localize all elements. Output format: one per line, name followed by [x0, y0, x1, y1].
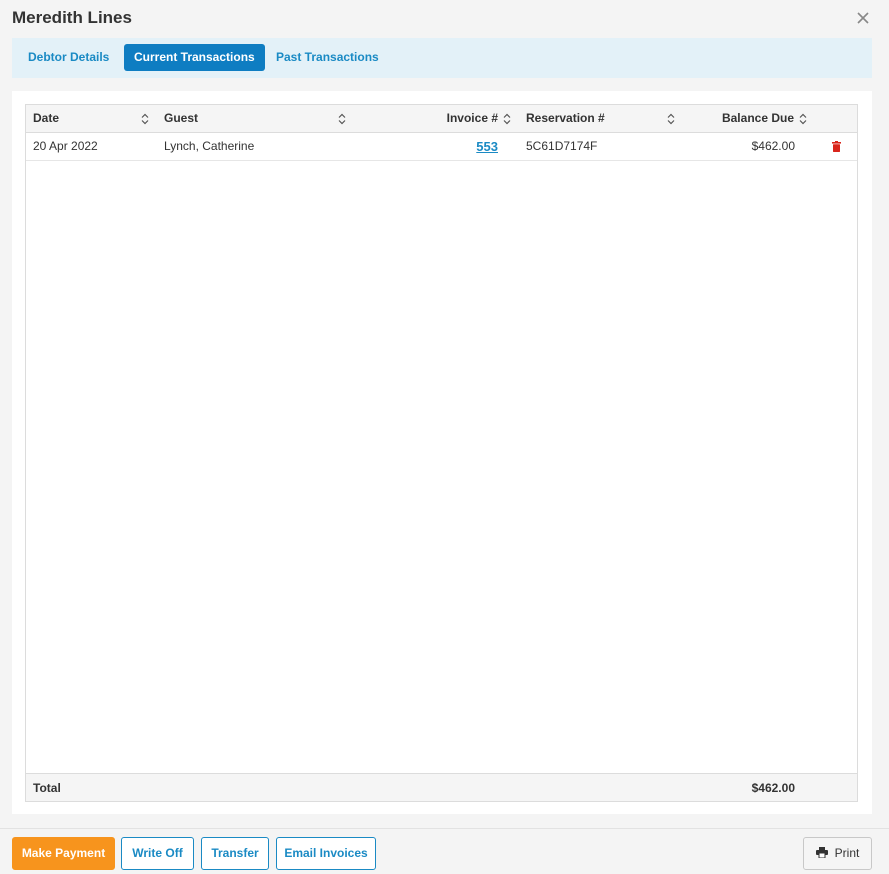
sort-date-icon[interactable]: [141, 113, 149, 125]
total-label: Total: [33, 781, 61, 795]
sort-guest-icon[interactable]: [338, 113, 346, 125]
column-header-date[interactable]: Date: [33, 105, 59, 133]
total-value: $462.00: [751, 781, 795, 795]
make-payment-button[interactable]: Make Payment: [12, 837, 115, 870]
invoice-link[interactable]: 553: [476, 139, 498, 154]
cell-date: 20 Apr 2022: [33, 139, 98, 153]
tab-past-transactions[interactable]: Past Transactions: [266, 44, 389, 71]
modal-header: Meredith Lines: [0, 0, 889, 38]
cell-balance: $462.00: [751, 139, 795, 153]
print-label: Print: [834, 846, 860, 860]
column-header-invoice[interactable]: Invoice #: [410, 105, 498, 133]
close-icon[interactable]: [855, 10, 871, 26]
transactions-table: Date Guest Invoice # Reservation # Balan…: [25, 104, 858, 802]
sort-balance-icon[interactable]: [799, 113, 807, 125]
column-header-balance[interactable]: Balance Due: [694, 105, 794, 133]
sort-invoice-icon[interactable]: [503, 113, 511, 125]
transfer-button[interactable]: Transfer: [201, 837, 269, 870]
trash-icon[interactable]: [832, 141, 841, 152]
table-header: Date Guest Invoice # Reservation # Balan…: [26, 105, 857, 133]
email-invoices-button[interactable]: Email Invoices: [276, 837, 376, 870]
sort-reservation-icon[interactable]: [667, 113, 675, 125]
print-button[interactable]: Print: [803, 837, 872, 870]
table-footer: Total $462.00: [26, 773, 857, 801]
tab-current-transactions[interactable]: Current Transactions: [124, 44, 265, 71]
cell-reservation: 5C61D7174F: [526, 139, 598, 153]
column-header-reservation[interactable]: Reservation #: [526, 105, 605, 133]
cell-guest: Lynch, Catherine: [164, 139, 255, 153]
cell-invoice: 553: [418, 133, 498, 161]
transactions-panel: Date Guest Invoice # Reservation # Balan…: [12, 91, 872, 814]
table-row[interactable]: 20 Apr 2022 Lynch, Catherine 553 5C61D71…: [26, 133, 857, 161]
print-icon: [815, 847, 828, 859]
write-off-button[interactable]: Write Off: [121, 837, 194, 870]
tab-debtor-details[interactable]: Debtor Details: [18, 44, 119, 71]
modal-title: Meredith Lines: [12, 8, 132, 27]
column-header-guest[interactable]: Guest: [164, 105, 198, 133]
tab-bar: Debtor Details Current Transactions Past…: [12, 38, 872, 78]
action-bar: Make Payment Write Off Transfer Email In…: [0, 828, 889, 874]
